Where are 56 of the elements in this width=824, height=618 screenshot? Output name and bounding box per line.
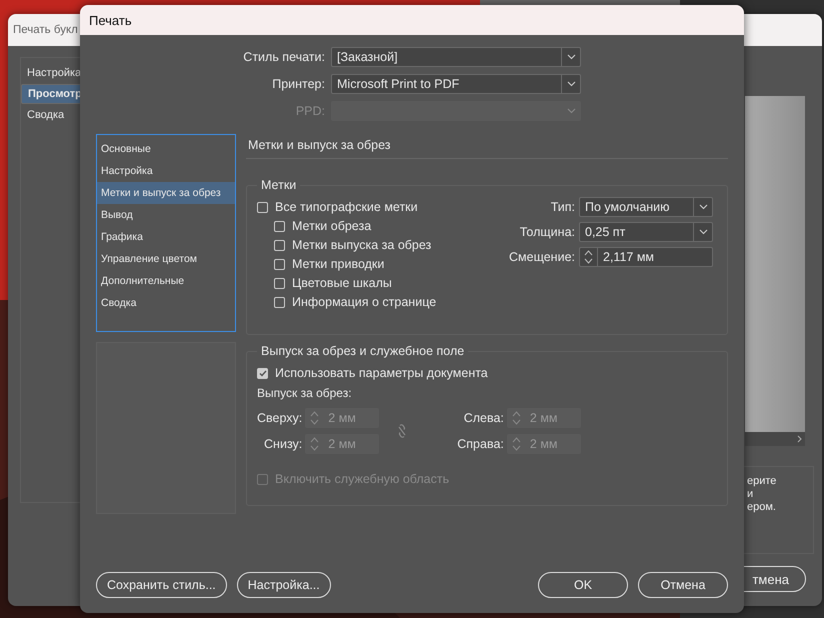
- category-item[interactable]: Дополнительные: [97, 270, 235, 292]
- checkbox[interactable]: Метки выпуска за обрез: [274, 238, 510, 252]
- stepper-icon: [512, 410, 521, 426]
- chevron-right-icon: [797, 435, 802, 443]
- field-label: Слева:: [462, 411, 504, 425]
- stepper-icon: [310, 436, 320, 452]
- field-label: Смещение:: [509, 250, 575, 264]
- window-title: Печать: [80, 5, 744, 35]
- category-item[interactable]: Сводка: [97, 292, 235, 314]
- section-title: Метки и выпуск за обрез: [246, 134, 728, 159]
- checkbox[interactable]: Все типографские метки: [257, 200, 510, 214]
- stepper-icon: [512, 436, 521, 452]
- dropdown[interactable]: По умолчанию: [579, 197, 713, 217]
- checkbox[interactable]: Использовать параметры документа: [257, 366, 717, 380]
- checkbox[interactable]: Метки приводки: [274, 257, 510, 271]
- subsection-label: Выпуск за обрез:: [257, 386, 353, 400]
- chevron-down-icon: [566, 108, 576, 114]
- category-item[interactable]: Настройка: [97, 160, 235, 182]
- field-label: Толщина:: [518, 225, 575, 239]
- group-title: Выпуск за обрез и служебное поле: [257, 344, 468, 358]
- category-item[interactable]: Вывод: [97, 204, 235, 226]
- hint-text: и: [747, 488, 754, 501]
- scroll-bar[interactable]: [745, 432, 805, 446]
- field-label: Стиль печати:: [242, 50, 325, 64]
- dialog-button[interactable]: Сохранить стиль...: [96, 572, 227, 598]
- field-label: Снизу:: [263, 437, 302, 451]
- chevron-down-icon: [566, 81, 576, 87]
- stepper-icon: [310, 410, 320, 426]
- chevron-down-icon: [698, 204, 708, 210]
- checkbox[interactable]: Цветовые шкалы: [274, 276, 510, 290]
- category-item[interactable]: Метки и выпуск за обрез: [97, 182, 235, 204]
- dialog-button[interactable]: OK: [538, 572, 628, 598]
- number-field[interactable]: 2,117 мм: [579, 247, 713, 267]
- window-title: Печать букл: [13, 24, 78, 36]
- broken-link-icon[interactable]: [397, 424, 408, 438]
- field-label: Тип:: [550, 200, 575, 214]
- group-title: Метки: [257, 178, 300, 192]
- field-label: Сверху:: [257, 411, 302, 425]
- dialog-button[interactable]: Отмена: [638, 572, 728, 598]
- dropdown[interactable]: 0,25 пт: [579, 222, 713, 242]
- checkbox[interactable]: Метки обреза: [274, 219, 510, 233]
- category-item[interactable]: Графика: [97, 226, 235, 248]
- dialog-button[interactable]: Настройка...: [236, 572, 331, 598]
- field-label: Справа:: [457, 437, 504, 451]
- hint-text: ерите: [747, 475, 776, 488]
- checkbox[interactable]: Информация о странице: [274, 295, 510, 309]
- category-item[interactable]: Управление цветом: [97, 248, 235, 270]
- stepper-icon: [584, 249, 593, 265]
- dropdown[interactable]: Microsoft Print to PDF: [331, 74, 581, 94]
- hint-text: ером.: [747, 501, 776, 514]
- field-label: Принтер:: [271, 77, 325, 91]
- category-item[interactable]: Основные: [97, 138, 235, 160]
- dropdown[interactable]: [Заказной]: [331, 47, 581, 67]
- chevron-down-icon: [566, 54, 576, 60]
- checkmark-icon: [258, 370, 266, 376]
- chevron-down-icon: [698, 229, 708, 235]
